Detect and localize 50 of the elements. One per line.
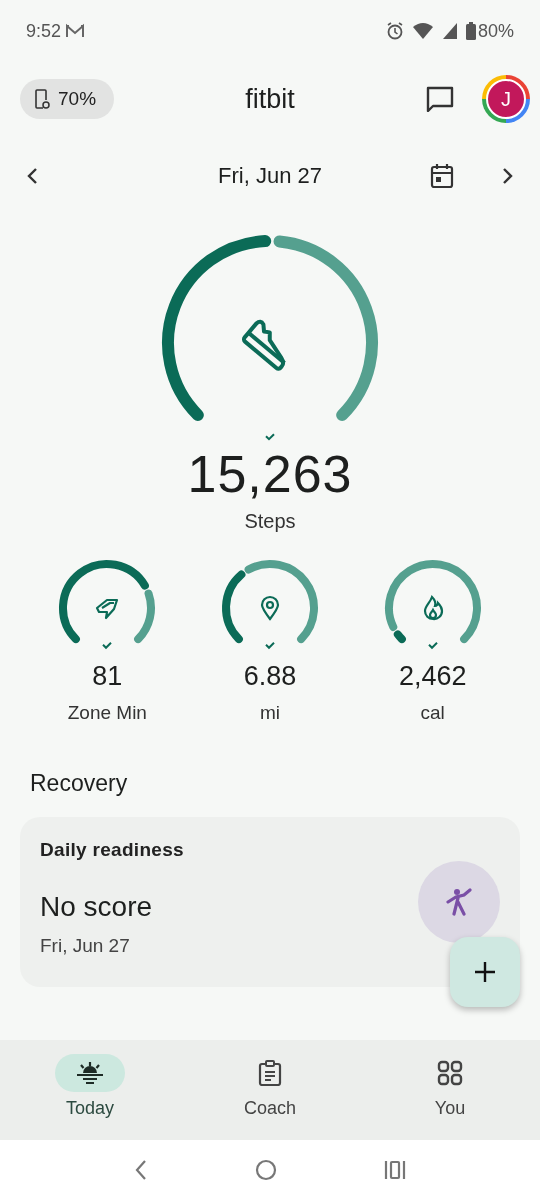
signal-icon	[441, 22, 458, 40]
readiness-score: No score	[40, 891, 153, 923]
stretching-figure-icon	[446, 888, 472, 916]
shoe-icon	[241, 319, 286, 371]
nav-tab[interactable]: You	[415, 1040, 485, 1119]
clipboard-icon	[258, 1060, 282, 1086]
steps-label: Steps	[244, 510, 296, 533]
arrows-icon	[96, 598, 119, 620]
stat-label: cal	[420, 702, 445, 724]
card-title: Daily readiness	[40, 839, 184, 861]
stat-label: mi	[259, 702, 280, 724]
steps-count: 15,263	[187, 444, 353, 504]
alarm-icon	[385, 22, 404, 40]
sunrise-icon	[76, 1061, 104, 1085]
location-pin-icon	[260, 595, 280, 621]
battery-percent: 80%	[477, 20, 514, 42]
calendar-icon[interactable]	[430, 163, 454, 189]
ring-fill	[393, 630, 406, 644]
recent-apps-icon[interactable]	[384, 1160, 407, 1180]
previous-day-icon[interactable]	[26, 167, 40, 185]
home-icon[interactable]	[255, 1159, 277, 1181]
back-icon[interactable]	[133, 1159, 148, 1181]
nav-tab[interactable]: Coach	[235, 1040, 305, 1119]
stat-value: 2,462	[398, 661, 467, 692]
message-icon[interactable]	[426, 86, 454, 112]
mail-icon	[65, 23, 86, 39]
check-icon	[265, 641, 275, 650]
card-date: Fri, Jun 27	[40, 935, 130, 957]
readiness-card[interactable]: Daily readiness No score Fri, Jun 27	[20, 817, 520, 987]
flame-icon	[423, 595, 443, 621]
plus-icon	[475, 962, 495, 982]
nav-tab[interactable]: Today	[55, 1040, 125, 1119]
check-icon	[265, 433, 275, 441]
grid-icon	[437, 1060, 463, 1086]
check-icon	[102, 641, 113, 650]
status-time: 9:52	[26, 20, 62, 42]
section-heading: Recovery	[30, 770, 128, 797]
watch-battery-icon	[34, 88, 50, 110]
battery-icon	[465, 22, 476, 40]
ring-track	[134, 589, 156, 644]
check-icon	[427, 641, 438, 650]
profile-avatar[interactable]: J	[482, 75, 530, 123]
app-title: fitbit	[245, 83, 295, 114]
next-day-icon[interactable]	[500, 167, 514, 185]
selected-date: Fri, Jun 27	[218, 163, 322, 188]
stat-value: 81	[92, 661, 123, 692]
wifi-icon	[411, 22, 434, 40]
device-battery-chip[interactable]: 70%	[20, 79, 115, 119]
stat-value: 6.88	[243, 661, 297, 692]
stat-label: Zone Min	[67, 702, 147, 724]
